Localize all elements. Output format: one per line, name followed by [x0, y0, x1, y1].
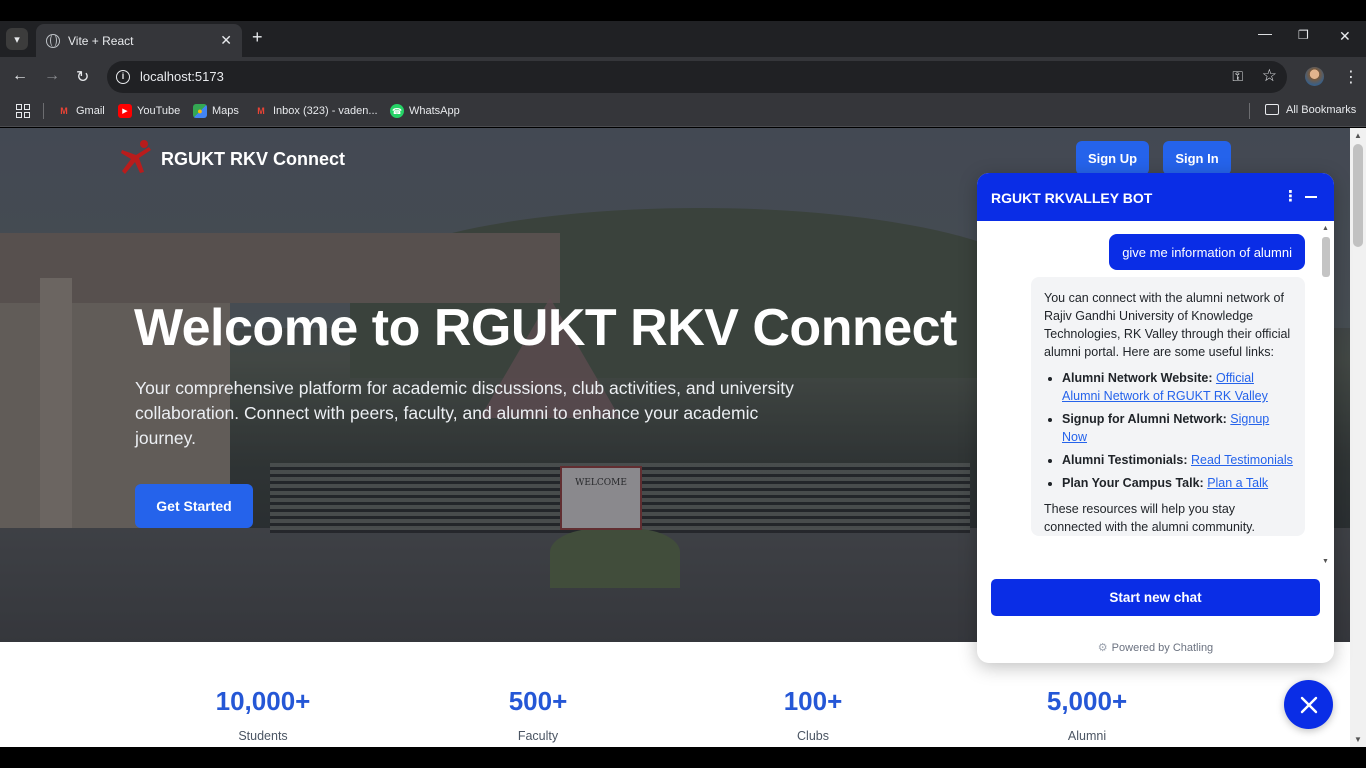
tab-close-icon[interactable]: ✕: [220, 32, 232, 49]
all-bookmarks[interactable]: All Bookmarks: [1286, 104, 1356, 116]
brand-logo-icon[interactable]: [118, 138, 156, 176]
new-tab-button[interactable]: +: [252, 27, 263, 48]
tab-title: Vite + React: [68, 33, 134, 48]
stat-alumni: 5,000+ Alumni: [987, 686, 1187, 743]
bookmark-youtube[interactable]: ▶ YouTube: [118, 104, 180, 118]
profile-avatar[interactable]: [1305, 67, 1324, 86]
chatbot-header: RGUKT RKVALLEY BOT ⋮: [977, 173, 1334, 221]
scroll-up-icon[interactable]: ▲: [1322, 225, 1329, 232]
tab-active[interactable]: Vite + React ✕: [36, 24, 242, 57]
item-label: Alumni Network Website:: [1062, 371, 1213, 385]
chat-close-button[interactable]: [1284, 680, 1333, 729]
scroll-down-icon[interactable]: ▼: [1322, 558, 1329, 565]
list-item: Signup for Alumni Network: Signup Now: [1062, 410, 1293, 446]
chat-messages[interactable]: give me information of alumni You can co…: [977, 221, 1334, 565]
hero-subtitle: Your comprehensive platform for academic…: [135, 378, 794, 448]
all-bookmarks-label: All Bookmarks: [1286, 104, 1357, 116]
password-key-icon[interactable]: ⚿: [1232, 68, 1243, 85]
scroll-up-icon[interactable]: ▲: [1354, 131, 1362, 140]
bookmark-inbox[interactable]: M Inbox (323) - vaden...: [254, 104, 378, 118]
bookmark-gmail[interactable]: M Gmail: [57, 104, 105, 118]
gmail-icon: M: [257, 106, 265, 116]
chat-scrollbar[interactable]: ▲ ▼: [1320, 225, 1331, 565]
item-label: Plan Your Campus Talk:: [1062, 476, 1204, 490]
stat-label: Alumni: [1067, 729, 1107, 743]
stat-value: 100+: [783, 686, 843, 716]
bookmark-star-icon[interactable]: ☆: [1262, 66, 1277, 86]
back-icon[interactable]: ←: [12, 67, 28, 85]
get-started-button[interactable]: Get Started: [135, 484, 253, 528]
page-scrollbar[interactable]: ▲ ▼: [1350, 128, 1366, 747]
reload-icon[interactable]: ↻: [76, 67, 89, 87]
bookmark-divider: [1249, 103, 1250, 119]
browser-menu-icon[interactable]: ⋮: [1343, 67, 1359, 87]
os-top-bar: [0, 0, 1366, 21]
powered-by-text: Powered by Chatling: [1111, 642, 1214, 654]
window-close-button[interactable]: ✕: [1339, 28, 1351, 45]
bot-message: You can connect with the alumni network …: [1031, 277, 1305, 536]
scroll-down-icon[interactable]: ▼: [1354, 735, 1362, 744]
tab-strip: ▾ Vite + React ✕ + — ❐ ✕: [0, 21, 1366, 57]
gmail-icon: M: [60, 106, 68, 116]
stat-value: 10,000+: [215, 686, 311, 716]
chat-options-icon[interactable]: ⋮: [1283, 187, 1298, 205]
os-bottom-bar: [0, 747, 1366, 768]
youtube-icon: ▶: [118, 104, 132, 118]
item-label: Alumni Testimonials:: [1062, 453, 1188, 467]
close-icon: [1300, 696, 1317, 713]
screen: ▾ Vite + React ✕ + — ❐ ✕ ← → ↻ i localho…: [0, 0, 1366, 768]
read-testimonials-link[interactable]: Read Testimonials: [1191, 453, 1293, 467]
hero-title: Welcome to RGUKT RKV Connect: [134, 299, 957, 357]
list-item: Plan Your Campus Talk: Plan a Talk: [1062, 474, 1293, 492]
apps-grid-icon[interactable]: [16, 104, 30, 118]
bot-intro: You can connect with the alumni network …: [1044, 291, 1291, 359]
stat-value: 5,000+: [1046, 686, 1128, 716]
powered-by[interactable]: ⚙ Powered by Chatling: [977, 641, 1334, 654]
sign-in-button[interactable]: Sign In: [1163, 141, 1231, 175]
bookmark-label: WhatsApp: [409, 105, 460, 117]
chatling-logo-icon: ⚙: [1097, 642, 1108, 654]
scrollbar-thumb[interactable]: [1353, 144, 1363, 247]
maps-icon: ●: [193, 104, 207, 118]
bookmark-label: Inbox (323) - vaden...: [273, 105, 378, 117]
plan-a-talk-link[interactable]: Plan a Talk: [1207, 476, 1268, 490]
chatbot-title: RGUKT RKVALLEY BOT: [991, 190, 1153, 206]
forward-icon[interactable]: →: [44, 67, 60, 85]
start-new-chat-button[interactable]: Start new chat: [991, 579, 1320, 616]
bookmark-label: YouTube: [137, 105, 181, 117]
brand-name[interactable]: RGUKT RKV Connect: [161, 149, 345, 170]
bookmark-label: Gmail: [76, 105, 105, 117]
item-label: Signup for Alumni Network:: [1062, 412, 1227, 426]
stat-students: 10,000+ Students: [163, 686, 363, 743]
sign-up-button[interactable]: Sign Up: [1076, 141, 1149, 175]
stat-faculty: 500+ Faculty: [438, 686, 638, 743]
bookmark-divider: [43, 103, 44, 119]
bookmark-label: Maps: [212, 105, 239, 117]
stat-label: Clubs: [797, 729, 829, 743]
bot-link-list: Alumni Network Website: Official Alumni …: [1062, 369, 1293, 492]
stat-clubs: 100+ Clubs: [713, 686, 913, 743]
list-item: Alumni Network Website: Official Alumni …: [1062, 369, 1293, 405]
folder-icon: [1265, 104, 1279, 115]
chat-minimize-icon[interactable]: [1305, 196, 1317, 198]
tab-search-button[interactable]: ▾: [6, 28, 28, 50]
scrollbar-thumb[interactable]: [1322, 237, 1330, 277]
bookmark-whatsapp[interactable]: ☎ WhatsApp: [390, 104, 460, 118]
user-message: give me information of alumni: [1109, 234, 1305, 270]
chatbot-window: RGUKT RKVALLEY BOT ⋮ give me information…: [977, 173, 1334, 663]
whatsapp-icon: ☎: [390, 104, 404, 118]
minimize-button[interactable]: —: [1258, 25, 1272, 41]
site-info-icon[interactable]: i: [116, 70, 130, 84]
stat-label: Faculty: [517, 729, 559, 743]
stat-value: 500+: [508, 686, 568, 716]
bot-closing: These resources will help you stay conne…: [1044, 502, 1255, 534]
stat-label: Students: [238, 729, 288, 743]
browser-toolbar: ← → ↻ i localhost:5173 ⚿ ☆: [0, 57, 1366, 97]
list-item: Alumni Testimonials: Read Testimonials: [1062, 451, 1293, 469]
globe-icon: [46, 33, 60, 48]
address-bar[interactable]: i localhost:5173 ⚿ ☆: [107, 61, 1287, 93]
url-text[interactable]: localhost:5173: [140, 69, 224, 84]
restore-button[interactable]: ❐: [1298, 28, 1309, 42]
bookmark-maps[interactable]: ● Maps: [193, 104, 239, 118]
